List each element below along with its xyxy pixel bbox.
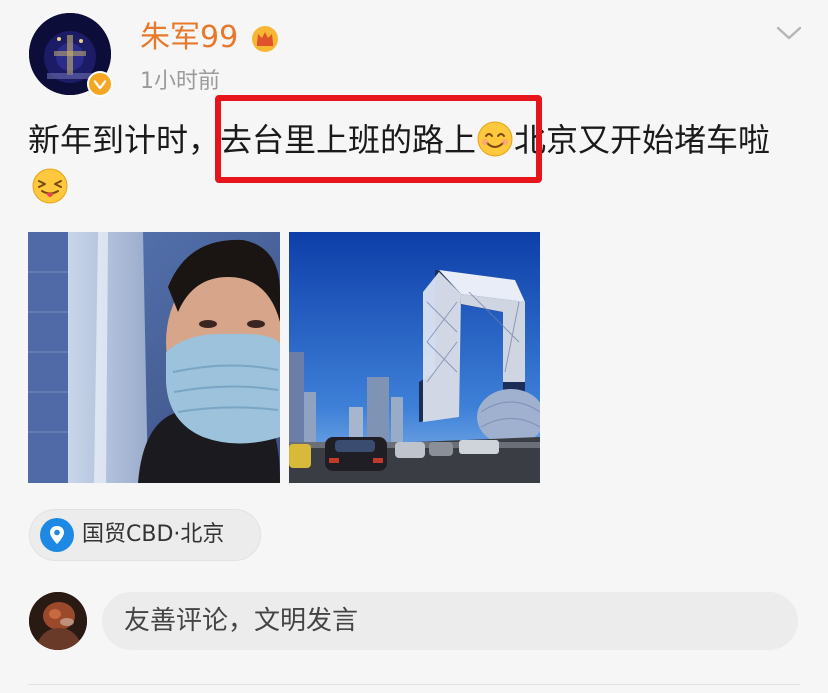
cctv-photo-art xyxy=(289,232,540,483)
verified-badge-icon xyxy=(87,71,113,97)
crown-icon[interactable] xyxy=(250,24,280,52)
location-chip[interactable]: 国贸CBD·北京 xyxy=(29,509,261,561)
post-timestamp: 1小时前 xyxy=(140,69,220,94)
location-label: 国贸CBD·北京 xyxy=(82,522,225,547)
post-text-part3: 北京又开始堵车啦 xyxy=(514,121,771,159)
weibo-post-page: 朱军99 1小时前 新年到计时，去台里上班的路上 北京又开始堵车啦 国贸CBD·… xyxy=(0,0,828,693)
post-text-part1: 新年到计时， xyxy=(28,121,221,159)
post-text-part2: 去台里上班的路上 xyxy=(220,121,477,159)
user-avatar[interactable] xyxy=(29,592,87,650)
comment-input[interactable]: 友善评论，文明发言 xyxy=(102,592,798,650)
divider xyxy=(28,684,800,685)
user-avatar-art xyxy=(29,592,87,650)
location-pin-icon xyxy=(40,518,74,552)
selfie-with-mask-photo[interactable] xyxy=(28,232,280,483)
cctv-building-traffic-photo[interactable] xyxy=(289,232,540,483)
author-name[interactable]: 朱军99 xyxy=(140,18,238,58)
tongue-wink-emoji-icon xyxy=(32,168,68,204)
smile-emoji-icon xyxy=(477,121,513,157)
chevron-down-icon[interactable] xyxy=(775,24,803,42)
post-text: 新年到计时，去台里上班的路上 北京又开始堵车啦 xyxy=(28,114,818,166)
comment-placeholder: 友善评论，文明发言 xyxy=(124,606,359,636)
selfie-photo-art xyxy=(28,232,280,483)
